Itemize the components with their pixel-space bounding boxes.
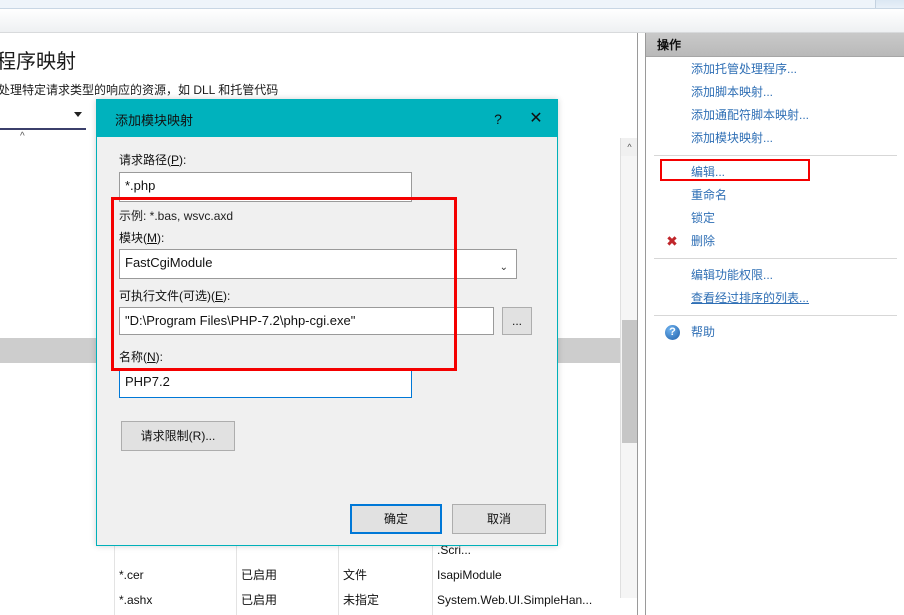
action-item-label: 添加通配符脚本映射... — [691, 108, 810, 122]
action-item-label: 锁定 — [691, 211, 716, 225]
module-accesskey: M — [147, 231, 157, 245]
help-icon[interactable]: ? — [485, 108, 511, 130]
browse-button[interactable]: ... — [502, 307, 532, 335]
actions-panel: 操作 添加托管处理程序... 添加脚本映射... 添加通配符脚本映射... 添加模块映… — [645, 33, 904, 615]
cancel-button[interactable]: 取消 — [452, 504, 546, 534]
chevron-down-icon[interactable]: ⌄ — [500, 258, 508, 277]
action-item-帮助[interactable]: ? 帮助 — [646, 321, 904, 344]
filter-underline — [0, 128, 86, 130]
request-path-input[interactable]: *.php — [119, 172, 412, 202]
actions-list[interactable]: 添加托管处理程序... 添加脚本映射... 添加通配符脚本映射... 添加模块映射..… — [646, 58, 904, 615]
request-path-label: 请求路径(P): — [119, 153, 187, 167]
action-item-添加脚本映射[interactable]: 添加脚本映射... — [646, 81, 904, 104]
dialog-title-bar: 添加模块映射 ? ✕ — [97, 100, 557, 137]
page-description: 指定处理特定请求类型的响应的资源，如 DLL 和托管代码 — [0, 83, 279, 97]
action-item-label: 编辑功能权限... — [691, 268, 774, 282]
cell-name: rated — [0, 388, 110, 413]
cell-name: tificate — [0, 563, 110, 588]
module-label: 模块(M): — [119, 231, 165, 245]
action-item-label: 重命名 — [691, 188, 728, 202]
action-group-divider — [654, 155, 897, 156]
action-item-查看经过排序的列表[interactable]: 查看经过排序的列表... — [646, 287, 904, 310]
cell-name: erFactory-ISAPI-... — [0, 288, 110, 313]
action-item-添加模块映射[interactable]: 添加模块映射... — [646, 127, 904, 150]
module-combobox-value: FastCgiModule — [125, 255, 213, 270]
cell-name: erFactory-Integr... — [0, 213, 110, 238]
dialog-title: 添加模块映射 — [115, 113, 194, 128]
action-group-divider — [654, 258, 897, 259]
action-item-label: 删除 — [691, 234, 716, 248]
cell-name: erFactory-ISAPI-... — [0, 238, 110, 263]
action-item-label: 查看经过排序的列表... — [691, 291, 810, 305]
name-accesskey: N — [147, 350, 156, 364]
add-module-mapping-dialog[interactable]: 添加模块映射 ? ✕ 请求路径(P): *.php 示例: *.bas, wsv… — [96, 99, 558, 546]
name-label: 名称(N): — [119, 350, 164, 364]
executable-label: 可执行文件(可选)(E): — [119, 289, 231, 303]
cell-name: ingHandlerFacto... — [0, 138, 110, 163]
request-path-accesskey: P — [171, 153, 180, 167]
window-top-strip-inner — [0, 0, 876, 8]
cell-name: urceIntegrated-4.0 — [0, 538, 110, 563]
cell-state: 已启用 — [236, 563, 346, 588]
window-top-strip — [0, 0, 904, 9]
cell-name: API-2.0 — [0, 363, 110, 388]
table-row[interactable]: tificate*.cer已启用文件IsapiModule — [0, 563, 637, 588]
cell-state: 已启用 — [236, 588, 346, 613]
ok-button[interactable]: 确定 — [350, 504, 442, 534]
cell-name: -4.0_32bit — [0, 463, 110, 488]
help-circle-icon: ? — [665, 325, 680, 340]
action-item-label: 添加脚本映射... — [691, 85, 774, 99]
action-item-label: 添加模块映射... — [691, 131, 774, 145]
highlight-box-add-module-mapping — [660, 159, 810, 181]
module-combobox[interactable]: FastCgiModule ⌄ — [119, 249, 517, 279]
executable-accesskey: E — [215, 289, 224, 303]
chevron-down-icon[interactable] — [74, 112, 82, 117]
cell-name: -4.0_64bit — [0, 488, 110, 513]
scroll-up-icon[interactable]: ^ — [621, 138, 637, 156]
action-item-重命名[interactable]: 重命名 — [646, 184, 904, 207]
action-item-锁定[interactable]: 锁定 — [646, 207, 904, 230]
cell-name: erFactory-Integr... — [0, 188, 110, 213]
page-title: 理程序映射 — [0, 51, 76, 73]
action-item-删除[interactable]: ✖ 删除 — [646, 230, 904, 253]
grid-vertical-scrollbar[interactable]: ^ — [620, 138, 637, 598]
cell-name — [0, 338, 110, 363]
cell-name: lerFactoryAppSe... — [0, 513, 110, 538]
cell-name: dlerFactory-Inte... — [0, 588, 110, 613]
actions-panel-title: 操作 — [646, 33, 904, 57]
request-path-hint: 示例: *.bas, wsvc.axd — [119, 209, 234, 223]
delete-x-icon: ✖ — [666, 233, 678, 249]
cell-name: erbHandler — [0, 163, 110, 188]
screen-root: 理程序映射 指定处理特定请求类型的响应的资源，如 DLL 和托管代码 状态 ^ … — [0, 0, 904, 615]
close-icon[interactable]: ✕ — [523, 108, 549, 130]
name-input[interactable]: PHP7.2 — [119, 368, 412, 398]
executable-input[interactable]: "D:\Program Files\PHP-7.2\php-cgi.exe" — [119, 307, 494, 335]
action-group-divider — [654, 315, 897, 316]
action-item-label: 帮助 — [691, 325, 716, 339]
dialog-body: 请求路径(P): *.php 示例: *.bas, wsvc.axd 模块(M)… — [97, 137, 557, 545]
cell-name: -2.0 — [0, 438, 110, 463]
scrollbar-thumb[interactable] — [622, 320, 637, 443]
action-item-添加通配符脚本映射[interactable]: 添加通配符脚本映射... — [646, 104, 904, 127]
cell-name: rated-4.0 — [0, 413, 110, 438]
cell-handler: System.Web.UI.SimpleHan... — [432, 588, 637, 613]
request-restrictions-button[interactable]: 请求限制(R)... — [121, 421, 235, 451]
action-item-label: 添加托管处理程序... — [691, 62, 798, 76]
cell-name: erFactory-ISAPI-... — [0, 263, 110, 288]
action-item-添加托管处理程序[interactable]: 添加托管处理程序... — [646, 58, 904, 81]
cell-name: erFactory-ISAPI-... — [0, 313, 110, 338]
action-item-编辑功能权限[interactable]: 编辑功能权限... — [646, 264, 904, 287]
cell-handler: IsapiModule — [432, 563, 637, 588]
table-row[interactable]: dlerFactory-Inte...*.ashx已启用未指定System.We… — [0, 588, 637, 613]
toolbar-band — [0, 9, 904, 33]
